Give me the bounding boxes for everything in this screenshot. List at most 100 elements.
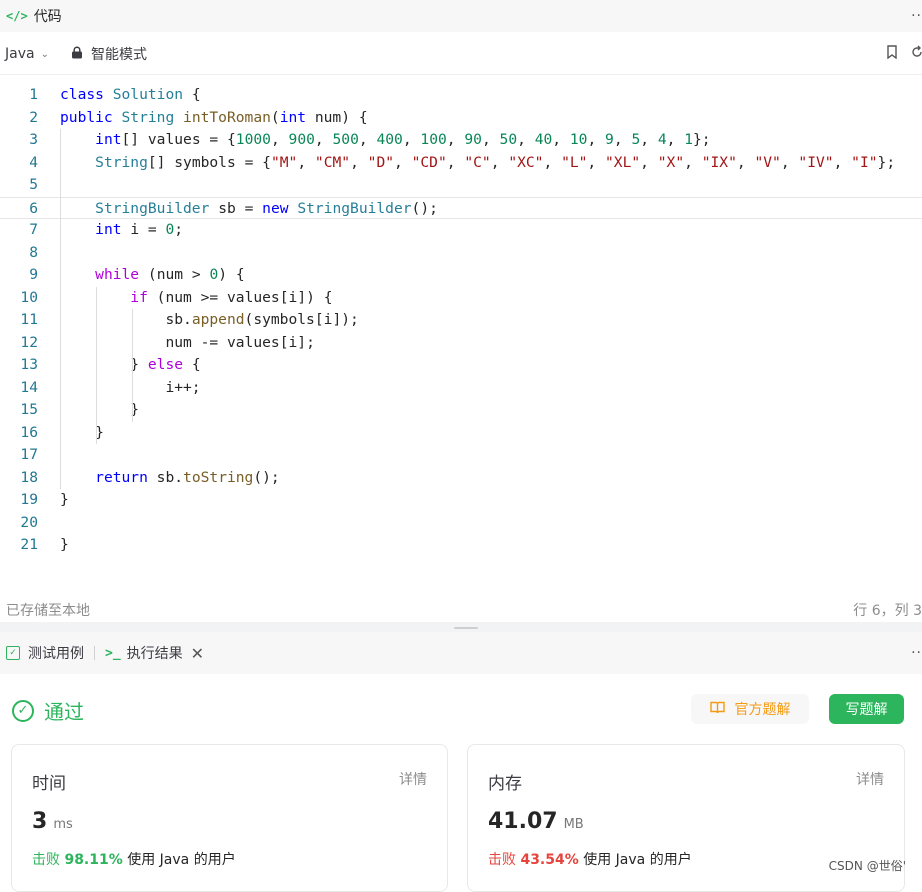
code-line[interactable]: 14 i++; bbox=[0, 377, 922, 400]
tab-result-label: 执行结果 bbox=[126, 646, 183, 662]
result-panel-tabs: ✓ 测试用例 >_ 执行结果 ✕ ·· bbox=[0, 632, 922, 674]
code-text: class Solution { bbox=[60, 86, 201, 103]
drag-handle-icon[interactable] bbox=[454, 627, 478, 629]
code-text: } bbox=[95, 423, 104, 441]
bookmark-icon[interactable] bbox=[886, 45, 898, 63]
code-text: sb.append(symbols[i]); bbox=[165, 311, 359, 328]
line-number: 16 bbox=[20, 423, 38, 441]
code-line[interactable]: 19} bbox=[0, 489, 922, 512]
code-text: if (num >= values[i]) { bbox=[130, 288, 333, 306]
line-number: 10 bbox=[20, 288, 38, 306]
more-options-icon[interactable]: ·· bbox=[911, 8, 922, 24]
code-line[interactable]: 8 bbox=[0, 242, 922, 265]
memory-title: 内存 bbox=[488, 774, 522, 794]
line-number: 4 bbox=[29, 153, 38, 171]
line-number: 21 bbox=[20, 536, 38, 553]
code-line[interactable]: 12 num -= values[i]; bbox=[0, 332, 922, 355]
cursor-position: 行 6，列 3 bbox=[853, 603, 922, 619]
book-icon bbox=[709, 701, 725, 718]
line-number: 5 bbox=[29, 176, 38, 193]
save-status: 已存储至本地 bbox=[6, 603, 90, 619]
terminal-icon: >_ bbox=[105, 645, 121, 661]
runtime-card: 时间 详情 3 ms 击败 98.11% 使用 Java 的用户 bbox=[11, 744, 448, 892]
line-number: 3 bbox=[29, 131, 38, 148]
code-text: num -= values[i]; bbox=[165, 333, 315, 351]
indent-guide bbox=[132, 309, 133, 377]
tab-testcase-label: 测试用例 bbox=[28, 646, 84, 662]
code-line[interactable]: 13 } else { bbox=[0, 354, 922, 377]
memory-beat-label: 击败 bbox=[488, 852, 516, 868]
line-number: 13 bbox=[20, 356, 38, 373]
code-text: int[] values = {1000, 900, 500, 400, 100… bbox=[95, 131, 711, 148]
more-options-icon[interactable]: ·· bbox=[911, 645, 922, 661]
code-line[interactable]: 1 class Solution { bbox=[0, 84, 922, 107]
line-number: 8 bbox=[29, 243, 38, 261]
code-line[interactable]: 6 StringBuilder sb = new StringBuilder()… bbox=[0, 196, 922, 219]
code-line[interactable]: 17 bbox=[0, 444, 922, 467]
result-status-label: 通过 bbox=[44, 700, 84, 724]
code-line[interactable]: 18 return sb.toString(); bbox=[0, 467, 922, 490]
code-line[interactable]: 9 while (num > 0) { bbox=[0, 264, 922, 287]
line-number: 9 bbox=[29, 266, 38, 283]
code-text: } bbox=[130, 401, 140, 418]
code-line[interactable]: 20 bbox=[0, 512, 922, 535]
line-number: 17 bbox=[20, 446, 38, 463]
runtime-details-link[interactable]: 详情 bbox=[399, 769, 427, 789]
memory-beat-pct: 43.54% bbox=[520, 852, 579, 868]
code-text: while (num > 0) { bbox=[95, 266, 245, 283]
write-solution-button[interactable]: 写题解 bbox=[829, 694, 904, 724]
code-line[interactable]: 11 sb.append(symbols[i]); bbox=[0, 309, 922, 332]
line-number: 19 bbox=[20, 491, 38, 508]
runtime-value: 3 ms bbox=[32, 809, 73, 834]
code-line[interactable]: 7 int i = 0; bbox=[0, 219, 922, 242]
code-line[interactable]: 10 if (num >= values[i]) { bbox=[0, 287, 922, 310]
result-status: ✓ 通过 bbox=[12, 696, 84, 725]
runtime-unit: ms bbox=[53, 817, 73, 832]
memory-beat-suffix: 使用 Java 的用户 bbox=[583, 852, 692, 868]
memory-beats: 击败 43.54% 使用 Java 的用户 bbox=[488, 849, 692, 869]
language-label: Java bbox=[5, 46, 35, 62]
line-number: 15 bbox=[20, 401, 38, 418]
runtime-beats: 击败 98.11% 使用 Java 的用户 bbox=[32, 849, 236, 869]
code-editor[interactable]: 1 class Solution { 2 public String intToRom… bbox=[0, 84, 922, 564]
code-line[interactable]: 5 bbox=[0, 174, 922, 197]
language-selector[interactable]: Java ⌄ bbox=[5, 46, 49, 62]
memory-number: 41.07 bbox=[488, 809, 558, 834]
panel-resize-handle[interactable] bbox=[0, 622, 922, 632]
code-line[interactable]: 2 public String intToRoman(int num) { bbox=[0, 107, 922, 130]
editor-tab-bar: </> 代码 ·· bbox=[0, 0, 922, 32]
code-text: StringBuilder sb = new StringBuilder(); bbox=[95, 199, 438, 217]
memory-value: 41.07 MB bbox=[488, 809, 584, 834]
reset-icon[interactable] bbox=[912, 45, 922, 63]
code-text: } else { bbox=[130, 356, 201, 373]
chevron-down-icon: ⌄ bbox=[40, 48, 49, 60]
code-line[interactable]: 21} bbox=[0, 534, 922, 557]
tab-code[interactable]: </> 代码 bbox=[6, 6, 62, 26]
code-line[interactable]: 4 String[] symbols = {"M", "CM", "D", "C… bbox=[0, 152, 922, 175]
tab-code-label: 代码 bbox=[33, 9, 62, 25]
indent-guide bbox=[132, 376, 133, 422]
close-icon[interactable]: ✕ bbox=[191, 644, 204, 663]
line-number: 1 bbox=[29, 86, 38, 103]
line-number: 7 bbox=[29, 221, 38, 238]
memory-unit: MB bbox=[563, 817, 584, 832]
line-number: 2 bbox=[29, 108, 38, 126]
tab-testcase[interactable]: ✓ 测试用例 bbox=[6, 643, 84, 663]
line-number: 11 bbox=[20, 311, 38, 328]
code-line[interactable]: 16 } bbox=[0, 422, 922, 445]
line-number: 6 bbox=[29, 199, 38, 217]
tab-result[interactable]: >_ 执行结果 ✕ bbox=[105, 643, 204, 663]
code-text: i++; bbox=[165, 378, 201, 396]
code-text: return sb.toString(); bbox=[95, 468, 280, 486]
official-solution-button[interactable]: 官方题解 bbox=[691, 694, 809, 724]
runtime-beat-suffix: 使用 Java 的用户 bbox=[127, 852, 236, 868]
code-line[interactable]: 3 int[] values = {1000, 900, 500, 400, 1… bbox=[0, 129, 922, 152]
code-icon: </> bbox=[6, 9, 28, 23]
editor-status-bar: 已存储至本地 行 6，列 3 bbox=[0, 596, 922, 622]
code-line[interactable]: 15 } bbox=[0, 399, 922, 422]
smart-mode-label: 智能模式 bbox=[90, 47, 147, 63]
code-text: } bbox=[60, 536, 69, 553]
code-text: public String intToRoman(int num) { bbox=[60, 108, 368, 126]
smart-mode-toggle[interactable]: 智能模式 bbox=[71, 44, 147, 64]
memory-details-link[interactable]: 详情 bbox=[856, 769, 884, 789]
